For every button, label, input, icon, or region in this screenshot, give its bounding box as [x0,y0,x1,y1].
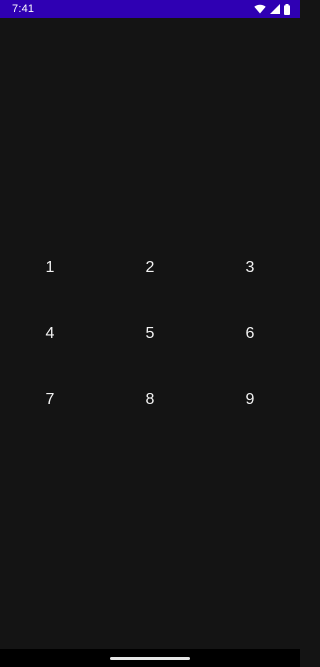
key-9[interactable]: 9 [200,367,300,433]
number-grid: 1 2 3 4 5 6 7 8 9 [0,235,300,433]
wifi-icon [254,4,266,14]
key-5[interactable]: 5 [100,301,200,367]
key-2[interactable]: 2 [100,235,200,301]
key-1[interactable]: 1 [0,235,100,301]
home-gesture-handle[interactable] [110,657,190,660]
battery-icon [284,3,290,15]
status-bar: 7:41 [0,0,300,18]
key-6[interactable]: 6 [200,301,300,367]
navigation-bar [0,649,300,667]
key-7[interactable]: 7 [0,367,100,433]
status-icons [254,3,290,15]
status-time: 7:41 [12,3,35,15]
main-content: 1 2 3 4 5 6 7 8 9 [0,18,300,649]
key-4[interactable]: 4 [0,301,100,367]
key-3[interactable]: 3 [200,235,300,301]
cell-signal-icon [270,4,280,14]
key-8[interactable]: 8 [100,367,200,433]
